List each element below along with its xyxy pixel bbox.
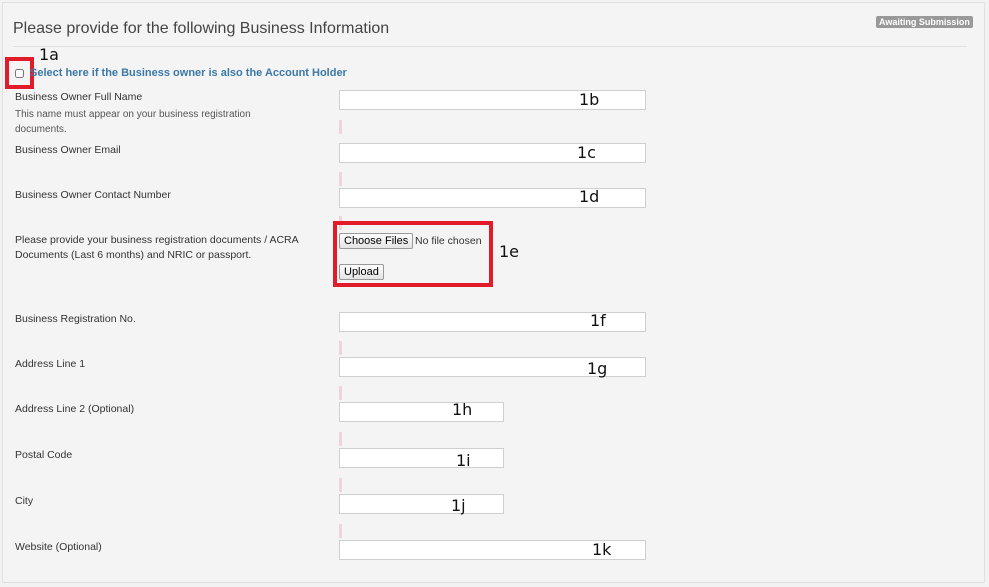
address-line1-label: Address Line 1 [15, 358, 86, 370]
city-input[interactable] [339, 494, 504, 514]
owner-is-account-holder-label[interactable]: Select here if the Business owner is als… [30, 67, 347, 79]
annotation-1f: 1f [590, 311, 606, 330]
annotation-1b: 1b [579, 90, 600, 109]
annotation-1j: 1j [451, 496, 466, 515]
field-marker [339, 432, 342, 446]
registration-no-label: Business Registration No. [15, 313, 136, 325]
owner-email-label: Business Owner Email [15, 144, 121, 156]
upload-button[interactable]: Upload [339, 264, 384, 280]
status-badge: Awaiting Submission [876, 16, 973, 28]
field-marker [339, 524, 342, 538]
annotation-1d: 1d [579, 187, 600, 206]
file-status-text: No file chosen [415, 235, 482, 247]
documents-label: Please provide your business registratio… [15, 234, 299, 261]
annotation-1e: 1e [499, 242, 520, 261]
owner-email-input[interactable] [339, 143, 646, 163]
address-line2-label: Address Line 2 (Optional) [15, 403, 135, 415]
field-marker [339, 120, 342, 134]
field-marker [339, 386, 342, 400]
field-marker [339, 172, 342, 186]
owner-name-input[interactable] [339, 90, 646, 110]
field-marker [339, 478, 342, 492]
city-label: City [15, 495, 34, 507]
page-title: Please provide for the following Busines… [13, 20, 390, 37]
owner-name-help: This name must appear on your business r… [15, 109, 251, 135]
annotation-1i: 1i [456, 451, 471, 470]
annotation-1g: 1g [587, 359, 608, 378]
annotation-1a: 1a [39, 45, 59, 64]
website-label: Website (Optional) [15, 541, 102, 553]
owner-contact-label: Business Owner Contact Number [15, 189, 171, 201]
address-line2-input[interactable] [339, 402, 504, 422]
annotation-1k: 1k [592, 540, 612, 559]
owner-contact-input[interactable] [339, 188, 646, 208]
owner-is-account-holder-checkbox[interactable] [15, 69, 24, 78]
annotation-1c: 1c [577, 143, 596, 162]
field-marker [339, 341, 342, 355]
choose-files-button[interactable]: Choose Files [339, 233, 414, 249]
title-divider [13, 46, 967, 47]
owner-name-label: Business Owner Full Name [15, 91, 143, 103]
postal-code-label: Postal Code [15, 449, 73, 461]
annotation-1h: 1h [452, 400, 473, 419]
postal-code-input[interactable] [339, 448, 504, 468]
